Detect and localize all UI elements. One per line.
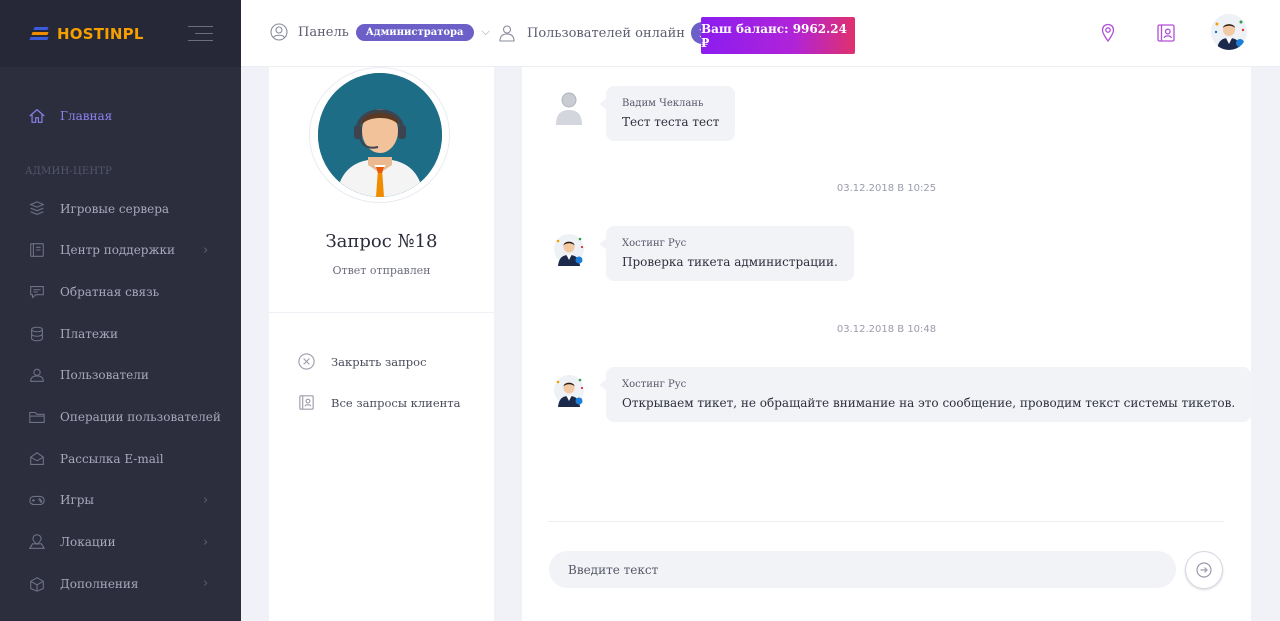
hamburger-menu-icon[interactable] xyxy=(188,26,213,47)
sidebar-section-title: АДМИН-ЦЕНТР xyxy=(25,165,113,177)
sidebar-item-locations[interactable]: Локации › xyxy=(0,521,241,563)
sidebar-item-label: Игры xyxy=(60,493,94,508)
sidebar-item-label: Центр поддержки xyxy=(60,243,176,258)
sidebar-item-label: Дополнения xyxy=(60,576,139,591)
support-avatar-icon xyxy=(554,234,584,266)
user-avatar-icon xyxy=(556,92,582,125)
sidebar-item-label: Платежи xyxy=(60,326,119,341)
panel-switcher[interactable]: Панель Администратора ⌵ xyxy=(269,22,490,42)
sidebar-item-label: Операции пользователей xyxy=(60,409,221,424)
sidebar-item-game-servers[interactable]: Игровые сервера xyxy=(0,188,241,230)
chevron-right-icon: › xyxy=(203,492,209,508)
top-header: Панель Администратора ⌵ Пользователей он… xyxy=(241,0,1280,67)
gamepad-icon xyxy=(27,491,46,510)
support-agent-icon xyxy=(317,73,442,197)
addons-icon xyxy=(27,574,46,593)
payments-icon xyxy=(27,324,46,343)
action-label: Все запросы клиента xyxy=(331,395,461,410)
balance-button[interactable]: Ваш баланс: 9962.24 ₽ xyxy=(701,17,855,54)
support-avatar-icon xyxy=(554,375,584,407)
chevron-down-icon[interactable]: ⌵ xyxy=(482,25,490,39)
support-icon xyxy=(27,241,46,260)
close-circle-icon xyxy=(298,353,315,370)
message-text: Тест теста тест xyxy=(622,115,720,129)
brand-logo-icon xyxy=(29,26,52,42)
sidebar-item-feedback[interactable]: Обратная связь xyxy=(0,271,241,313)
sidebar-item-label: Пользователи xyxy=(60,368,149,383)
action-label: Закрыть запрос xyxy=(331,354,427,369)
message-bubble: Вадим Чеклань Тест теста тест xyxy=(598,86,736,141)
message-text: Проверка тикета администрации. xyxy=(622,255,838,269)
sidebar-menu: Главная xyxy=(0,95,241,137)
sidebar-item-label: Обратная связь xyxy=(60,284,160,299)
chevron-right-icon: › xyxy=(203,576,209,592)
date-separator: 03.12.2018 В 10:25 xyxy=(836,183,937,194)
message-bubble: Хостинг Рус Проверка тикета администраци… xyxy=(599,226,854,281)
sidebar-item-games[interactable]: Игры › xyxy=(0,480,241,522)
divider xyxy=(548,521,1224,522)
chat-panel: Вадим Чеклань Тест теста тест 03.12.2018… xyxy=(522,67,1252,621)
sidebar-item-users[interactable]: Пользователи xyxy=(0,354,241,396)
ticket-info-card: Запрос №18 Ответ отправлен Закрыть запро… xyxy=(269,67,494,621)
sidebar-item-user-operations[interactable]: Операции пользователей xyxy=(0,396,241,438)
ticket-status: Ответ отправлен xyxy=(332,264,431,277)
chevron-right-icon: › xyxy=(203,534,209,550)
servers-icon xyxy=(27,199,46,218)
map-pin-icon[interactable] xyxy=(1097,22,1119,44)
sidebar-item-label: Локации xyxy=(60,535,116,550)
message-author: Хостинг Рус xyxy=(622,379,687,390)
role-badge: Администратора xyxy=(355,23,474,41)
admin-menu: Игровые сервера Центр поддержки › Обратн… xyxy=(0,188,241,605)
online-users[interactable]: Пользователей онлайн 1 xyxy=(497,22,713,44)
ticket-title: Запрос №18 xyxy=(325,231,438,252)
users-online-icon xyxy=(499,25,515,42)
sidebar-item-label: Рассылка E-mail xyxy=(60,451,164,466)
sidebar-item-email-mailing[interactable]: Рассылка E-mail xyxy=(0,438,241,480)
send-arrow-icon xyxy=(1196,562,1212,578)
location-icon xyxy=(27,533,46,552)
online-label: Пользователей онлайн xyxy=(527,25,685,41)
mail-icon xyxy=(27,449,46,468)
brand-name: HOSTINPL xyxy=(57,24,144,43)
user-avatar[interactable] xyxy=(1211,14,1247,50)
divider xyxy=(269,312,494,313)
send-button[interactable] xyxy=(1185,551,1223,589)
all-client-requests-link[interactable]: Все запросы клиента xyxy=(297,393,461,412)
chevron-right-icon: › xyxy=(203,242,209,258)
all-requests-icon xyxy=(299,395,314,410)
message-author: Вадим Чеклань xyxy=(622,98,704,109)
agent-avatar-frame xyxy=(309,67,450,203)
feedback-icon xyxy=(27,282,46,301)
home-icon xyxy=(27,106,46,125)
sidebar-item-home[interactable]: Главная xyxy=(0,95,241,137)
message-text: Открываем тикет, не обращайте внимание н… xyxy=(622,396,1236,410)
sidebar-item-support-center[interactable]: Центр поддержки › xyxy=(0,229,241,271)
message-input[interactable] xyxy=(549,551,1176,588)
message-bubble: Хостинг Рус Открываем тикет, не обращайт… xyxy=(598,367,1252,422)
support-book-icon[interactable] xyxy=(1155,22,1177,44)
agent-avatar xyxy=(317,73,442,197)
brand[interactable]: HOSTINPL xyxy=(0,0,241,67)
sidebar-item-label: Главная xyxy=(60,108,113,123)
operations-icon xyxy=(27,407,46,426)
panel-icon xyxy=(270,23,288,41)
sidebar-item-addons[interactable]: Дополнения › xyxy=(0,563,241,605)
close-ticket-link[interactable]: Закрыть запрос xyxy=(297,352,427,371)
users-icon xyxy=(27,366,46,385)
sidebar-item-label: Игровые сервера xyxy=(60,201,170,216)
support-avatar-icon xyxy=(1211,14,1247,50)
panel-label: Панель xyxy=(298,24,349,40)
date-separator: 03.12.2018 В 10:48 xyxy=(836,324,937,335)
message-author: Хостинг Рус xyxy=(622,238,687,249)
sidebar-item-payments[interactable]: Платежи xyxy=(0,313,241,355)
sidebar: HOSTINPL Главная АДМИН-ЦЕНТР Игровые сер… xyxy=(0,0,241,621)
